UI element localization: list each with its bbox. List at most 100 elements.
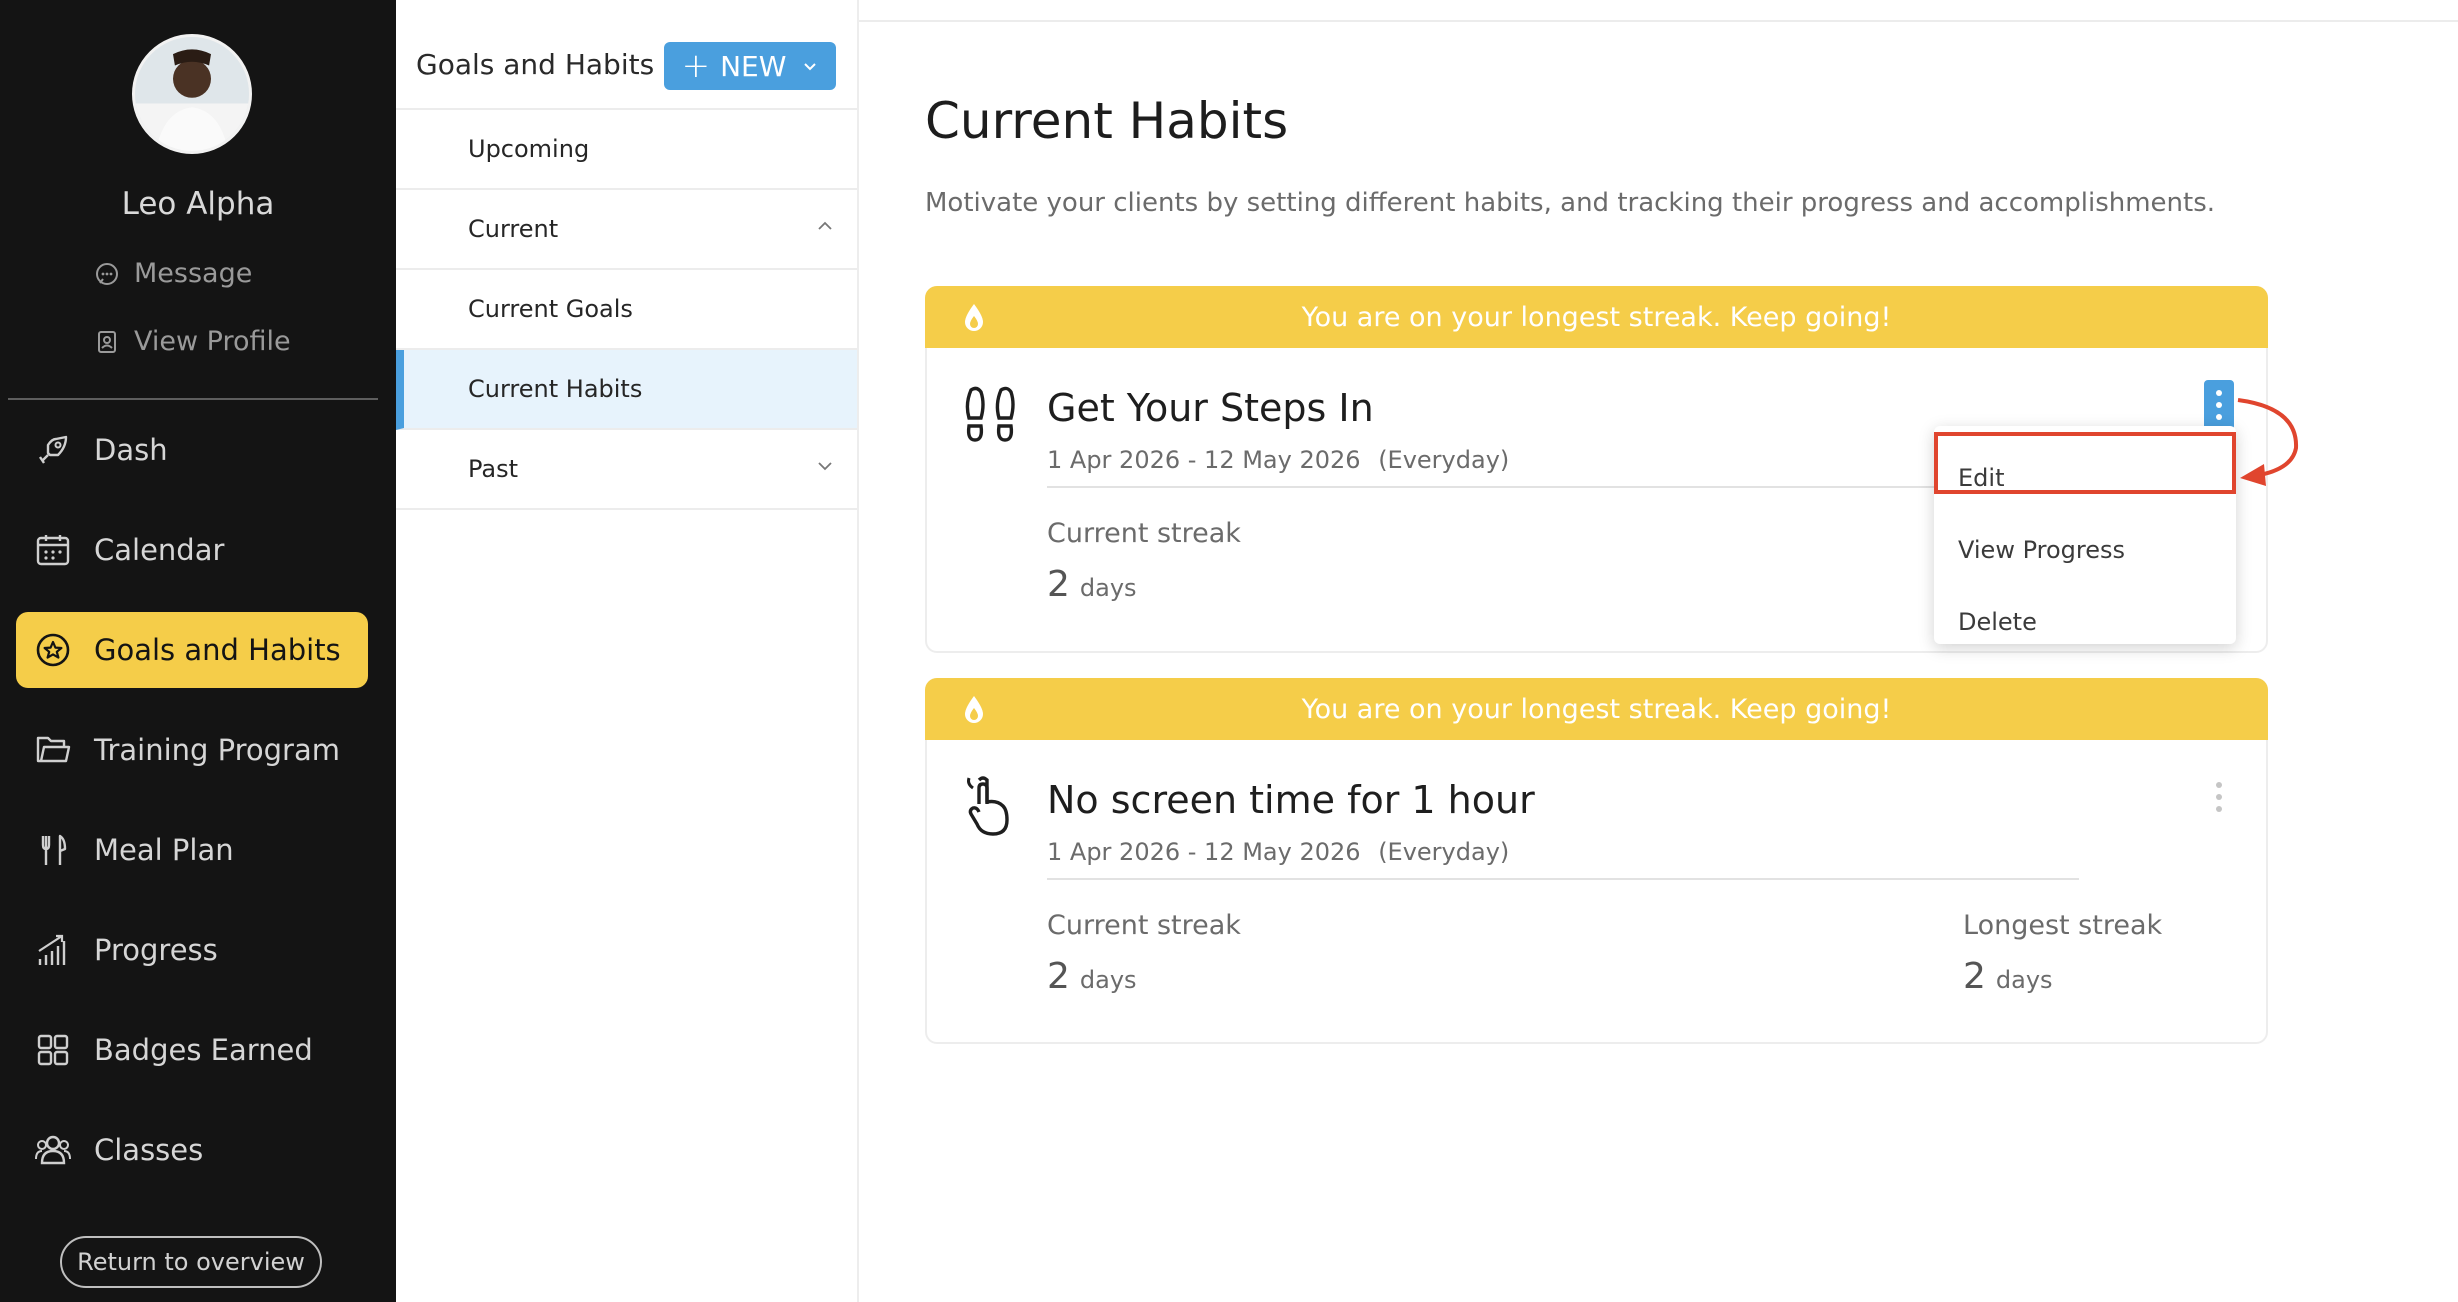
kebab-dot	[2216, 806, 2222, 812]
habit-dates: 1 Apr 2026 - 12 May 2026 (Everyday)	[1047, 838, 1509, 866]
streak-banner-text: You are on your longest streak. Keep goi…	[1301, 693, 1892, 725]
habit-title: Get Your Steps In	[1047, 386, 1374, 430]
habit-frequency: (Everyday)	[1378, 446, 1510, 474]
new-button-label: NEW	[720, 49, 787, 83]
people-icon	[35, 1135, 71, 1165]
subnav-item-label: Current	[468, 215, 559, 243]
subnav-item-current-goals[interactable]: Current Goals	[396, 270, 857, 350]
streak-banner: You are on your longest streak. Keep goi…	[925, 286, 2268, 348]
nav-item-progress[interactable]: Progress	[16, 912, 368, 988]
streak-banner: You are on your longest streak. Keep goi…	[925, 678, 2268, 740]
subnav-item-label: Upcoming	[468, 135, 590, 163]
nav-label: Goals and Habits	[94, 633, 341, 667]
plus-icon: +	[681, 46, 711, 86]
page-description: Motivate your clients by setting differe…	[925, 188, 2216, 218]
message-label: Message	[134, 258, 253, 289]
user-name: Leo Alpha	[121, 186, 275, 222]
habit-frequency: (Everyday)	[1378, 838, 1510, 866]
nav-item-dash[interactable]: Dash	[16, 412, 368, 488]
card-divider	[1047, 878, 2079, 880]
nav-label: Progress	[94, 933, 218, 967]
more-options-button[interactable]	[2204, 772, 2234, 822]
goal-star-icon	[36, 633, 70, 667]
message-link[interactable]: Message	[94, 258, 252, 289]
nav-item-classes[interactable]: Classes	[16, 1112, 368, 1188]
nav-label: Training Program	[94, 733, 341, 767]
kebab-dot	[2216, 402, 2222, 408]
kebab-dot	[2216, 782, 2222, 788]
habit-date-range: 1 Apr 2026 - 12 May 2026	[1047, 838, 1361, 866]
fork-knife-icon	[41, 834, 67, 865]
nav-item-calendar[interactable]: Calendar	[16, 512, 368, 588]
kebab-dot	[2216, 794, 2222, 800]
current-streak-unit: days	[1079, 574, 1137, 602]
habit-card: You are on your longest streak. Keep goi…	[925, 678, 2268, 1044]
streak-banner-text: You are on your longest streak. Keep goi…	[1301, 301, 1892, 333]
page-title: Current Habits	[925, 92, 1289, 150]
chevron-down-icon[interactable]	[817, 458, 833, 474]
nav-item-meal-plan[interactable]: Meal Plan	[16, 812, 368, 888]
sidebar: Leo Alpha Message View Profile Dash Cale…	[0, 0, 396, 1302]
nav-label: Calendar	[94, 533, 225, 567]
longest-streak-unit: days	[1995, 966, 2053, 994]
sidebar-divider	[8, 398, 378, 400]
new-button[interactable]: + NEW	[664, 42, 836, 90]
nav-item-goals-and-habits[interactable]: Goals and Habits	[16, 612, 368, 688]
habit-title: No screen time for 1 hour	[1047, 778, 1535, 822]
subnav-item-label: Current Goals	[468, 295, 633, 323]
kebab-dot	[2216, 390, 2222, 396]
current-streak-label: Current streak	[1047, 910, 1241, 941]
avatar[interactable]	[132, 34, 252, 154]
subnav-title: Goals and Habits	[416, 48, 655, 81]
annotation-arrow-icon	[2237, 398, 2299, 486]
topbar-divider	[859, 20, 2458, 22]
nav-label: Dash	[94, 433, 168, 467]
folder-icon	[36, 736, 71, 763]
habit-dates: 1 Apr 2026 - 12 May 2026 (Everyday)	[1047, 446, 1509, 474]
view-profile-link[interactable]: View Profile	[94, 326, 291, 357]
longest-streak-number: 2	[1963, 956, 1986, 997]
subnav-item-label: Past	[468, 455, 519, 483]
subnav-item-label: Current Habits	[468, 375, 643, 403]
card-divider	[1047, 486, 2079, 488]
menu-item-view-progress[interactable]: View Progress	[1958, 536, 2125, 564]
nav-label: Meal Plan	[94, 833, 234, 867]
avatar-photo	[135, 37, 249, 151]
current-streak-value: 2 days	[1047, 956, 1137, 997]
current-streak-label: Current streak	[1047, 518, 1241, 549]
menu-item-delete[interactable]: Delete	[1958, 608, 2037, 636]
bar-chart-icon	[38, 934, 66, 965]
chat-icon	[96, 262, 118, 285]
longest-streak-value: 2 days	[1963, 956, 2053, 997]
habit-date-range: 1 Apr 2026 - 12 May 2026	[1047, 446, 1361, 474]
subnav-header: Goals and Habits + NEW	[396, 0, 857, 110]
nav-label: Badges Earned	[94, 1033, 313, 1067]
calendar-icon	[36, 535, 70, 566]
grid-icon	[37, 1034, 69, 1066]
longest-streak-label: Longest streak	[1963, 910, 2163, 941]
current-streak-unit: days	[1079, 966, 1137, 994]
nav-item-badges-earned[interactable]: Badges Earned	[16, 1012, 368, 1088]
chevron-down-icon	[804, 63, 817, 71]
rocket-icon	[39, 435, 68, 464]
nav-item-training-program[interactable]: Training Program	[16, 712, 368, 788]
current-streak-number: 2	[1047, 564, 1070, 605]
subnav: Goals and Habits + NEW Upcoming Current …	[396, 0, 859, 1302]
edit-highlight-box	[1934, 432, 2236, 494]
flame-icon	[965, 304, 983, 331]
footprints-icon	[965, 386, 1015, 442]
profile-card-icon	[98, 330, 116, 353]
return-to-overview-button[interactable]: Return to overview	[60, 1236, 322, 1288]
flame-icon	[965, 696, 983, 723]
current-streak-value: 2 days	[1047, 564, 1137, 605]
chevron-up-icon[interactable]	[817, 218, 833, 234]
subnav-item-past[interactable]: Past	[396, 430, 857, 510]
current-streak-number: 2	[1047, 956, 1070, 997]
hand-tap-icon	[967, 776, 1009, 836]
subnav-item-current-habits[interactable]: Current Habits	[396, 350, 857, 430]
subnav-item-upcoming[interactable]: Upcoming	[396, 110, 857, 190]
nav-label: Classes	[94, 1133, 204, 1167]
kebab-dot	[2216, 414, 2222, 420]
subnav-item-current[interactable]: Current	[396, 190, 857, 270]
view-profile-label: View Profile	[134, 326, 291, 357]
